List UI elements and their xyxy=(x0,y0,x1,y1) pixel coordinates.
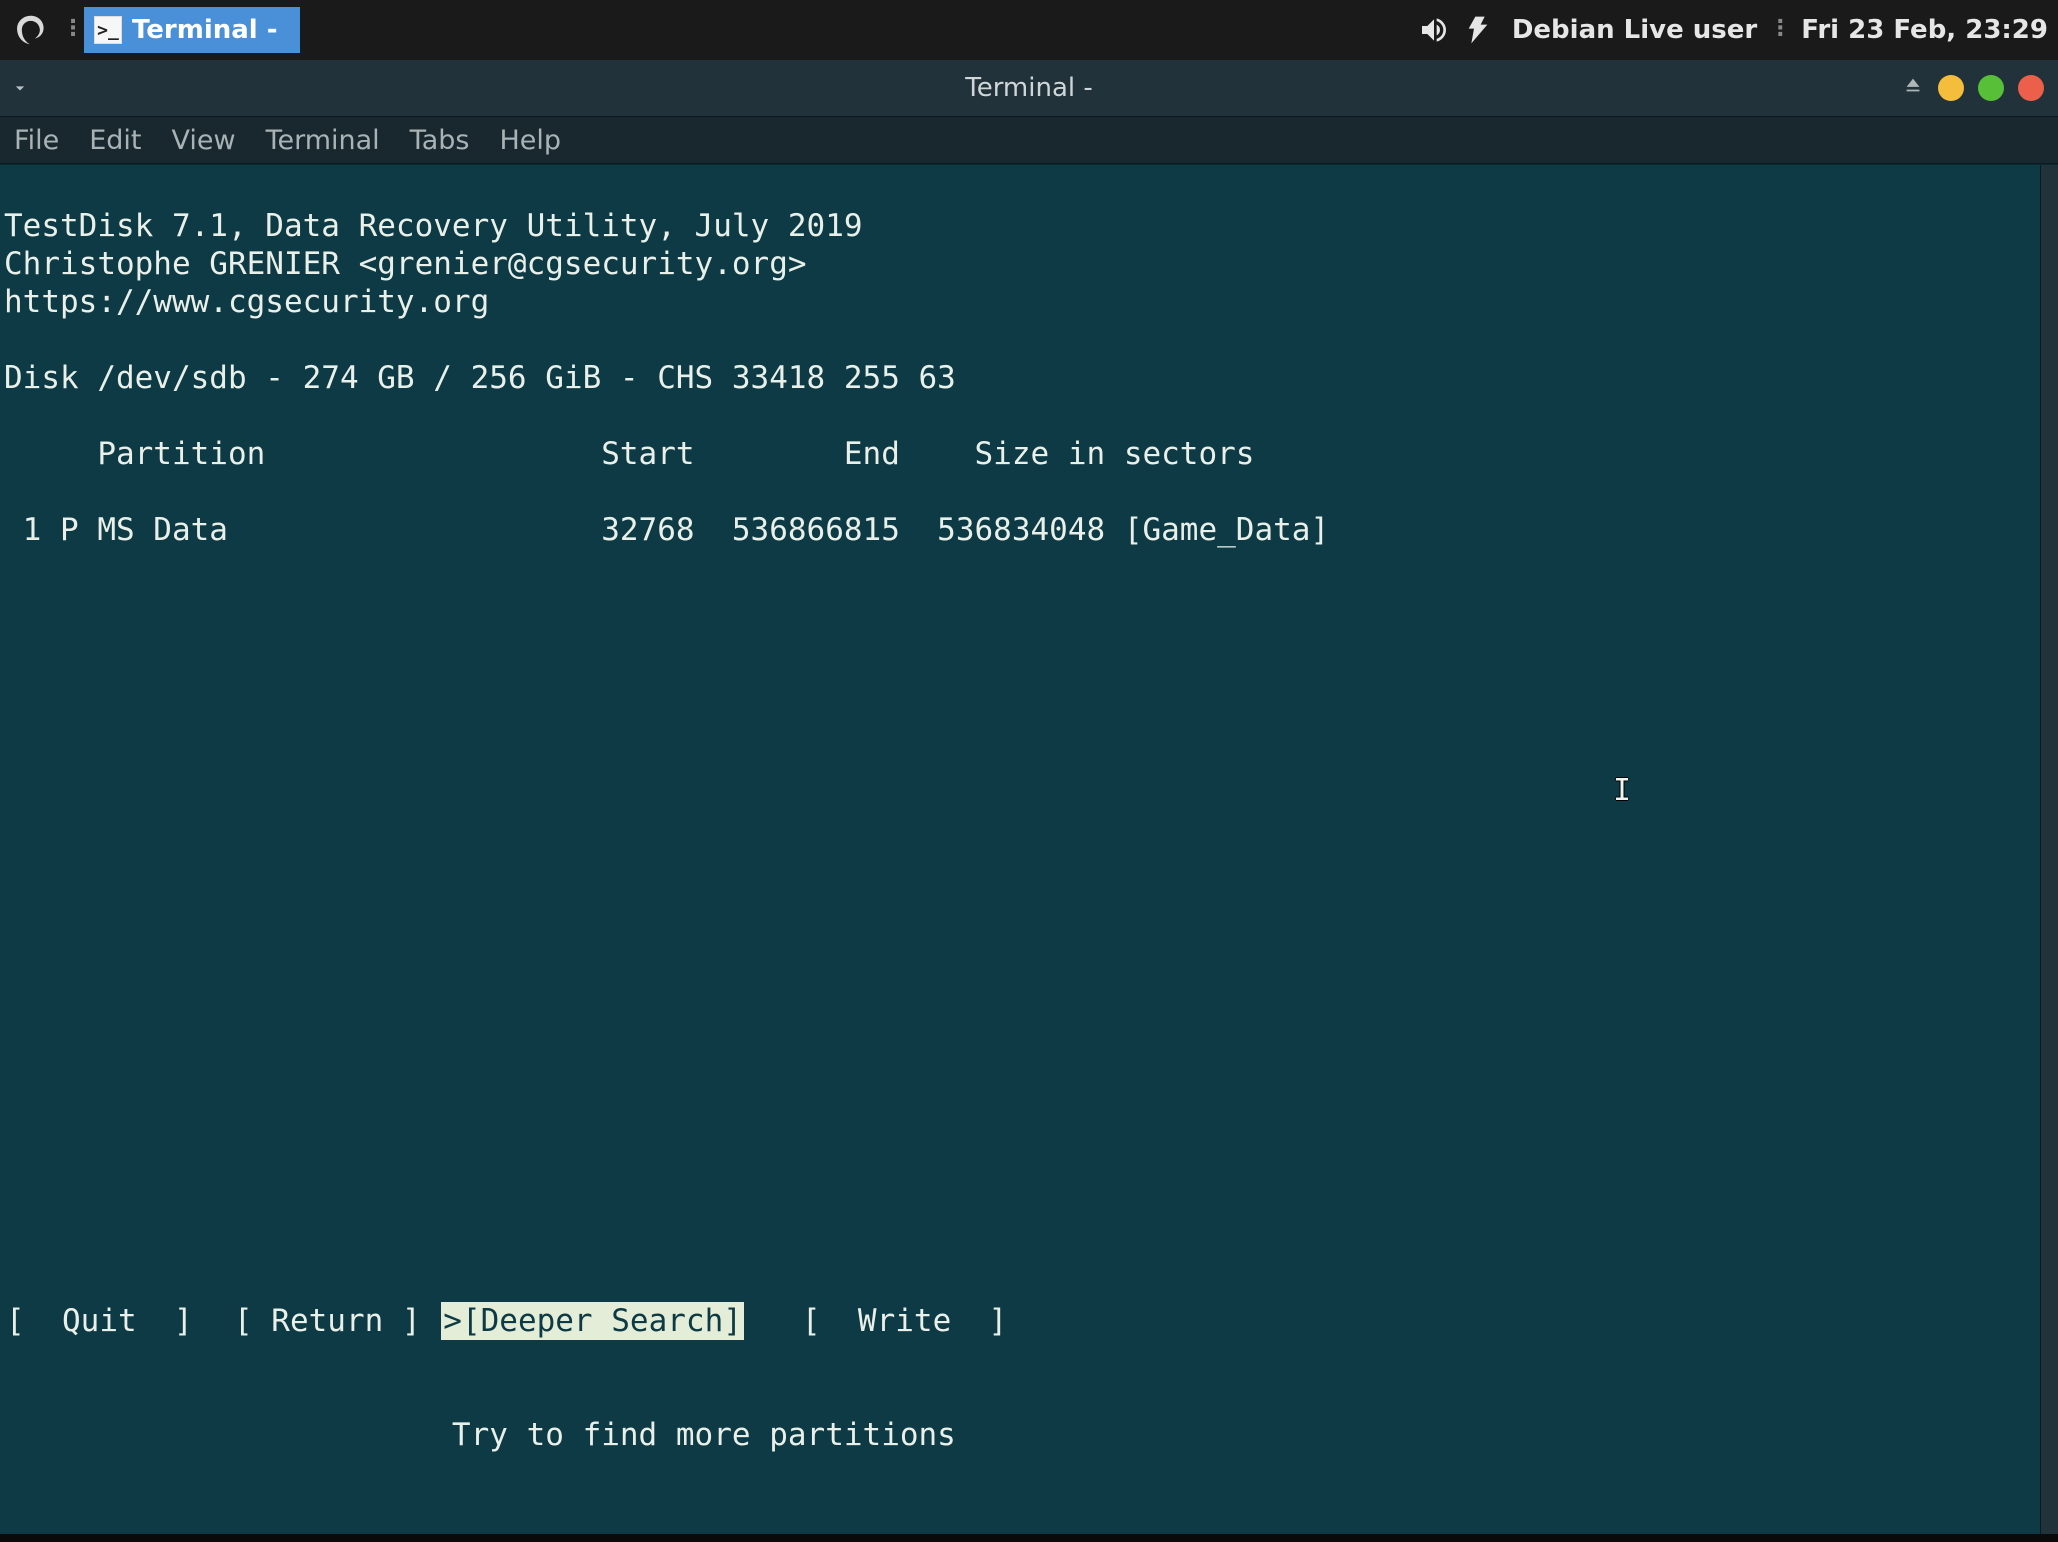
minimize-button[interactable] xyxy=(1938,75,1964,101)
action-hint: Try to find more partitions xyxy=(4,1416,1009,1454)
text-cursor-icon: I xyxy=(1613,774,1631,808)
menu-tabs[interactable]: Tabs xyxy=(410,125,470,156)
maximize-button[interactable] xyxy=(1978,75,2004,101)
menu-edit[interactable]: Edit xyxy=(89,125,141,156)
volume-icon[interactable] xyxy=(1416,12,1452,48)
testdisk-action-menu: [ Quit ] [ Return ] >[Deeper Search] [ W… xyxy=(4,1226,1009,1530)
term-line: Disk /dev/sdb - 274 GB / 256 GiB - CHS 3… xyxy=(4,360,956,396)
term-line: Partition Start End Size in sectors xyxy=(4,436,1254,472)
term-line: 1 P MS Data 32768 536866815 536834048 [G… xyxy=(4,512,1329,548)
term-line: https://www.cgsecurity.org xyxy=(4,284,489,320)
debian-menu-icon[interactable] xyxy=(0,0,60,60)
network-wired-icon[interactable] xyxy=(1464,12,1500,48)
rollup-icon[interactable] xyxy=(1902,73,1924,103)
menu-help[interactable]: Help xyxy=(499,125,561,156)
window-border-bottom xyxy=(0,1534,2058,1542)
action-write[interactable]: [ Write ] xyxy=(800,1302,1009,1340)
taskbar-item-terminal[interactable]: >_ Terminal - xyxy=(84,7,300,53)
terminal-window: Terminal - File Edit View Terminal Tabs … xyxy=(0,60,2058,1542)
terminal-app-icon: >_ xyxy=(94,16,122,44)
action-quit[interactable]: [ Quit ] xyxy=(4,1302,195,1340)
menu-terminal[interactable]: Terminal xyxy=(266,125,380,156)
clock-label[interactable]: Fri 23 Feb, 23:29 xyxy=(1801,15,2048,45)
window-titlebar[interactable]: Terminal - xyxy=(0,60,2058,116)
scrollbar[interactable] xyxy=(2040,165,2058,1534)
menubar: File Edit View Terminal Tabs Help xyxy=(0,116,2058,164)
term-line: Christophe GRENIER <grenier@cgsecurity.o… xyxy=(4,246,807,282)
user-label[interactable]: Debian Live user xyxy=(1512,15,1757,45)
menu-view[interactable]: View xyxy=(171,125,235,156)
panel-separator-icon: ⋮ xyxy=(60,16,84,45)
window-menu-chevron-icon[interactable] xyxy=(0,78,40,98)
terminal-viewport[interactable]: TestDisk 7.1, Data Recovery Utility, Jul… xyxy=(0,165,2040,1534)
term-line: TestDisk 7.1, Data Recovery Utility, Jul… xyxy=(4,208,863,244)
close-button[interactable] xyxy=(2018,75,2044,101)
action-return[interactable]: [ Return ] xyxy=(232,1302,423,1340)
top-panel: ⋮ >_ Terminal - Debian Live user ⋮ Fri 2… xyxy=(0,0,2058,60)
taskbar-item-label: Terminal - xyxy=(132,15,278,45)
menu-file[interactable]: File xyxy=(14,125,59,156)
action-deeper-search[interactable]: >[Deeper Search] xyxy=(441,1302,744,1340)
window-title: Terminal - xyxy=(0,73,2058,103)
panel-separator-icon: ⋮ xyxy=(1769,16,1789,45)
